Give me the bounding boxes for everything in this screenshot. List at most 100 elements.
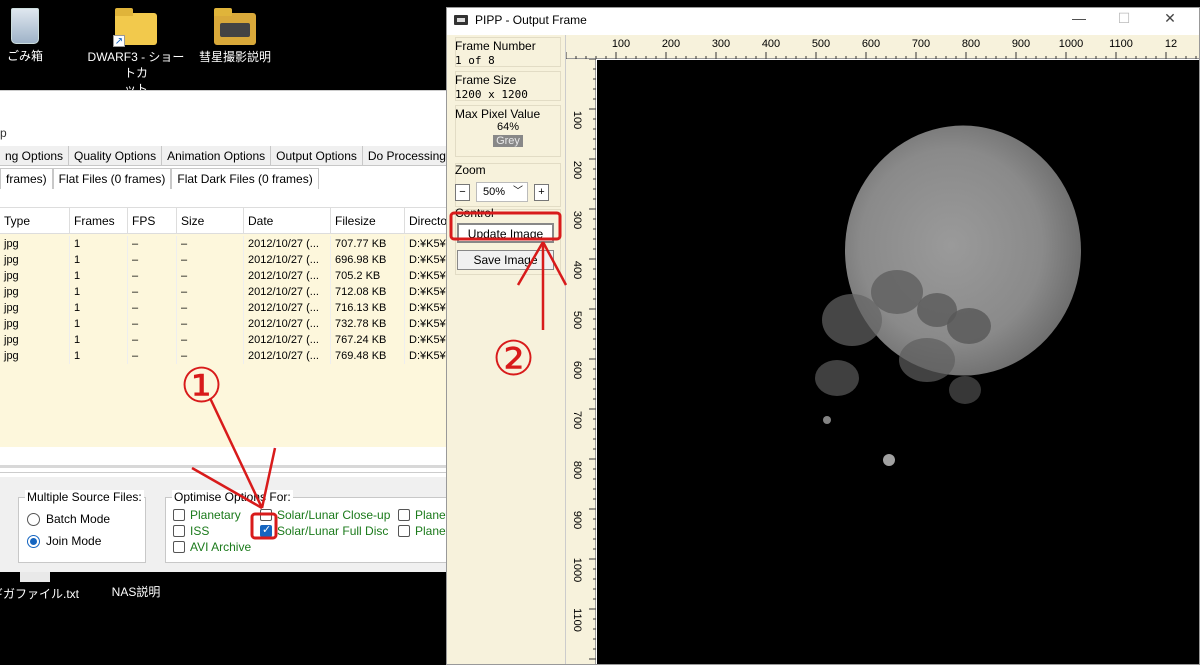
desktop-icon-gigafile-txt[interactable]: ギガファイル.txt xyxy=(0,570,80,602)
col-header-fps[interactable]: FPS xyxy=(128,208,177,233)
table-row[interactable]: jpg 1– –2012/10/27 (... 716.13 KB D:¥K5¥ xyxy=(0,300,447,316)
pane-splitter[interactable] xyxy=(0,465,447,468)
col-header-directory[interactable]: Directo xyxy=(405,208,447,233)
options-area: Multiple Source Files: Batch Mode Join M… xyxy=(0,477,447,572)
table-cell: 767.24 KB xyxy=(331,332,405,348)
tab-source-files[interactable]: frames) xyxy=(0,168,53,189)
table-cell: jpg xyxy=(0,236,70,252)
table-cell: 705.2 KB xyxy=(331,268,405,284)
ruler-label: 100 xyxy=(571,111,583,129)
output-titlebar[interactable]: PIPP - Output Frame — ☐ ✕ xyxy=(447,8,1199,35)
table-cell: D:¥K5¥ xyxy=(405,284,447,300)
ruler-label: 800 xyxy=(571,461,583,479)
solar-lunar-closeup-checkbox[interactable]: Solar/Lunar Close-up xyxy=(260,508,390,522)
desktop-icon-comet-guide[interactable]: 彗星撮影説明 xyxy=(185,8,285,65)
col-header-filesize[interactable]: Filesize xyxy=(331,208,405,233)
table-row[interactable]: jpg 1– –2012/10/27 (... 705.2 KB D:¥K5¥ xyxy=(0,268,447,284)
table-row[interactable]: jpg 1– –2012/10/27 (... 769.48 KB D:¥K5¥ xyxy=(0,348,447,364)
table-row[interactable]: jpg 1– –2012/10/27 (... 696.98 KB D:¥K5¥ xyxy=(0,252,447,268)
frame-number-value: 1 of 8 xyxy=(455,54,495,67)
horizontal-ruler-ticks: 100 200 300 400 500 600 700 800 900 1000 1100 12 xyxy=(565,38,1197,59)
desktop-icon-dwarf3-shortcut[interactable]: ↗ DWARF3 - ショートカ ット xyxy=(86,8,186,97)
table-cell: D:¥K5¥ xyxy=(405,348,447,364)
horizontal-ruler: 100 200 300 400 500 600 700 800 900 1000 1100 12 xyxy=(565,35,1199,59)
source-tab-bar: frames) Flat Files (0 frames) Flat Dark … xyxy=(0,168,319,189)
col-header-type[interactable]: Type xyxy=(0,208,70,233)
table-cell: 732.78 KB xyxy=(331,316,405,332)
table-cell: jpg xyxy=(0,252,70,268)
tab-output-options[interactable]: Output Options xyxy=(271,146,363,166)
close-icon[interactable]: ✕ xyxy=(1150,10,1190,27)
tab-animation-options[interactable]: Animation Options xyxy=(162,146,272,166)
planet-checkbox-b[interactable]: Planet xyxy=(398,524,447,538)
iss-checkbox[interactable]: ISS xyxy=(173,524,209,538)
table-cell: 1 xyxy=(70,300,128,316)
col-header-date[interactable]: Date xyxy=(244,208,331,233)
table-cell: jpg xyxy=(0,268,70,284)
table-cell: D:¥K5¥ xyxy=(405,332,447,348)
table-row[interactable]: jpg 1– –2012/10/27 (... 732.78 KB D:¥K5¥ xyxy=(0,316,447,332)
col-header-size[interactable]: Size xyxy=(177,208,244,233)
planet-label-b: Planet xyxy=(415,524,447,538)
mare-shape xyxy=(871,270,923,314)
table-cell: – xyxy=(177,332,244,348)
desktop-icon-recycle-bin[interactable]: ごみ箱 xyxy=(0,8,65,64)
table-cell: 1 xyxy=(70,332,128,348)
join-mode-radio[interactable]: Join Mode xyxy=(27,534,101,548)
control-label: Control xyxy=(455,206,494,220)
tab-flat-files[interactable]: Flat Files (0 frames) xyxy=(52,168,172,189)
tab-processing-options[interactable]: ng Options xyxy=(0,146,70,166)
table-cell: D:¥K5¥ xyxy=(405,252,447,268)
zoom-label: Zoom xyxy=(455,163,486,177)
tab-quality-options[interactable]: Quality Options xyxy=(69,146,163,166)
table-cell: – xyxy=(128,316,177,332)
zoom-value: 50% xyxy=(483,186,506,198)
table-cell: 696.98 KB xyxy=(331,252,405,268)
ruler-label: 500 xyxy=(571,311,583,329)
moon-image xyxy=(815,125,1081,466)
planet-checkbox-a[interactable]: Planet xyxy=(398,508,447,522)
table-cell: 1 xyxy=(70,348,128,364)
table-cell: D:¥K5¥ xyxy=(405,236,447,252)
table-cell: – xyxy=(128,236,177,252)
col-header-frames[interactable]: Frames xyxy=(70,208,128,233)
table-row[interactable]: jpg 1– –2012/10/27 (... 767.24 KB D:¥K5¥ xyxy=(0,332,447,348)
desktop-icon-label: ごみ箱 xyxy=(6,49,43,63)
save-image-button[interactable]: Save Image xyxy=(457,250,554,270)
table-cell: 1 xyxy=(70,252,128,268)
zoom-select[interactable]: 50% ﹀ xyxy=(476,182,528,202)
table-cell: 2012/10/27 (... xyxy=(244,300,331,316)
frame-number-label: Frame Number xyxy=(455,39,536,53)
mare-shape xyxy=(947,308,991,344)
max-pixel-section: Max Pixel Value 64% Grey xyxy=(455,107,561,147)
tab-flat-dark-files[interactable]: Flat Dark Files (0 frames) xyxy=(171,168,319,189)
frame-number-section: Frame Number 1 of 8 xyxy=(455,39,561,68)
table-cell: – xyxy=(177,236,244,252)
join-mode-label: Join Mode xyxy=(46,534,102,548)
ruler-label: 300 xyxy=(712,38,730,50)
solar-lunar-full-disc-checkbox[interactable]: Solar/Lunar Full Disc xyxy=(260,523,388,538)
ruler-label: 1000 xyxy=(571,558,583,582)
avi-archive-checkbox[interactable]: AVI Archive xyxy=(173,540,251,554)
batch-mode-radio[interactable]: Batch Mode xyxy=(27,512,110,526)
table-cell: 1 xyxy=(70,316,128,332)
table-row[interactable]: jpg 1– –2012/10/27 (... 707.77 KB D:¥K5¥ xyxy=(0,236,447,252)
maximize-icon[interactable]: ☐ xyxy=(1104,10,1144,27)
table-cell: jpg xyxy=(0,284,70,300)
table-cell: – xyxy=(177,348,244,364)
table-cell: – xyxy=(177,316,244,332)
table-cell: 2012/10/27 (... xyxy=(244,236,331,252)
update-image-button[interactable]: Update Image xyxy=(457,223,554,243)
table-cell: 1 xyxy=(70,268,128,284)
tab-do-processing[interactable]: Do Processing xyxy=(363,146,447,166)
table-row[interactable]: jpg 1– –2012/10/27 (... 712.08 KB D:¥K5¥ xyxy=(0,284,447,300)
main-tab-bar: ng Options Quality Options Animation Opt… xyxy=(0,146,447,166)
planetary-checkbox[interactable]: Planetary xyxy=(173,508,241,522)
minimize-icon[interactable]: — xyxy=(1059,10,1099,26)
ruler-label: 500 xyxy=(812,38,830,50)
output-window-title: PIPP - Output Frame xyxy=(475,13,587,27)
zoom-in-button[interactable]: + xyxy=(534,183,549,201)
control-section: Control xyxy=(455,206,561,220)
desktop-icon-nas-guide[interactable]: NAS説明 xyxy=(86,584,186,600)
zoom-out-button[interactable]: − xyxy=(455,183,470,201)
